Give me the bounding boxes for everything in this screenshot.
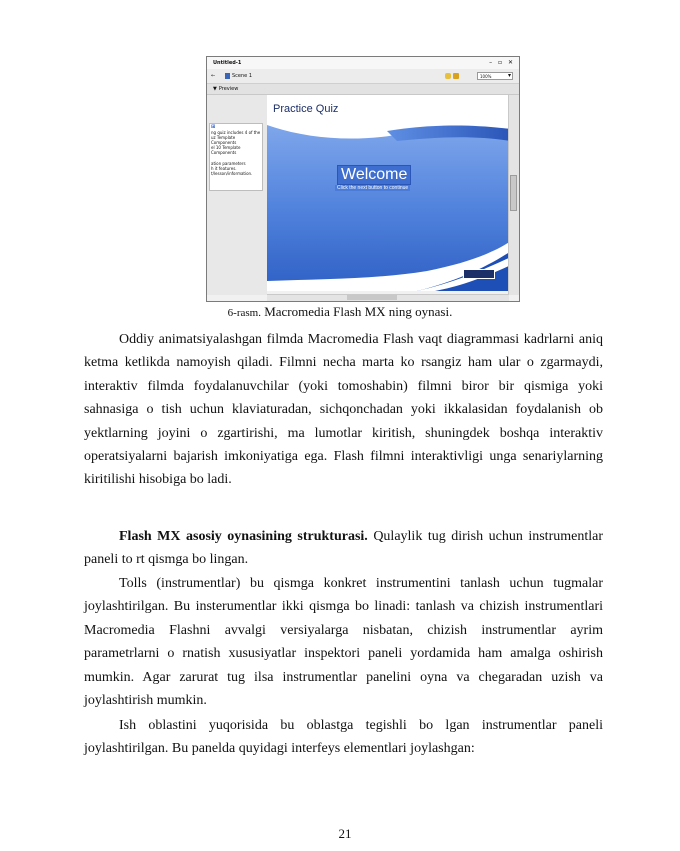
scroll-thumb — [347, 295, 397, 300]
window-controls: – ▫ ✕ — [489, 59, 515, 66]
paragraph: Oddiy animatsiyalashgan filmda Macromedi… — [84, 328, 603, 492]
caption-text: Macromedia Flash MX ning oynasi. — [260, 304, 453, 319]
section-heading: Flash MX asosiy oynasining strukturasi. — [119, 529, 368, 544]
zoom-select: 100% — [477, 72, 513, 80]
figure-caption: 6-rasm. Macromedia Flash MX ning oynasi. — [0, 304, 680, 320]
scroll-thumb — [510, 175, 517, 211]
horizontal-scrollbar — [267, 294, 509, 301]
left-panel: ⊞ ng quiz includes 4 of the uz Template … — [207, 95, 267, 295]
expand-triangle-icon: ▼ — [213, 86, 217, 92]
scene-tab: Scene 1 — [225, 72, 252, 80]
edit-scene-icon — [453, 72, 459, 79]
paragraph-text: Tolls (instrumentlar) bu qismga konkret … — [84, 576, 603, 709]
edit-symbol-icon — [445, 72, 451, 79]
paragraph: Flash MX asosiy oynasining strukturasi. … — [84, 525, 603, 572]
paragraph: Ish oblastini yuqorisida bu oblastga teg… — [84, 714, 603, 761]
properties-box: ⊞ ng quiz includes 4 of the uz Template … — [209, 123, 263, 191]
panel-label: Preview — [218, 86, 239, 92]
back-arrow-icon: ← — [211, 73, 216, 79]
paragraph-text: Oddiy animatsiyalashgan filmda Macromedi… — [84, 332, 603, 488]
next-button — [463, 269, 495, 279]
properties-line: el 10 Template Components — [211, 145, 241, 155]
figure-number: 6-rasm. — [227, 307, 261, 319]
scene-label: Scene 1 — [232, 73, 253, 79]
stage-background — [267, 95, 511, 291]
page-number: 21 — [338, 826, 352, 841]
flash-stage: Practice Quiz Welcome Click the next but… — [267, 95, 511, 291]
welcome-subtitle: Click the next button to continue — [335, 185, 411, 191]
stage-title: Practice Quiz — [273, 103, 339, 115]
vertical-scrollbar — [508, 95, 519, 295]
properties-line: uz Template Components — [211, 135, 237, 145]
panel-header: ▼ Preview — [207, 84, 519, 95]
edit-icons — [443, 72, 461, 80]
window-title: Untitled-1 — [213, 60, 242, 66]
properties-line: t/lesson/information. — [211, 171, 253, 176]
scene-toolbar: ← Scene 1 100% — [207, 69, 519, 84]
scene-icon — [225, 72, 230, 79]
welcome-heading: Welcome — [337, 165, 412, 185]
paragraph: Tolls (instrumentlar) bu qismga konkret … — [84, 572, 603, 712]
paragraph-text: Ish oblastini yuqorisida bu oblastga teg… — [84, 718, 603, 757]
figure-screenshot: Untitled-1 – ▫ ✕ ← Scene 1 100% ▼Preview… — [206, 56, 520, 302]
